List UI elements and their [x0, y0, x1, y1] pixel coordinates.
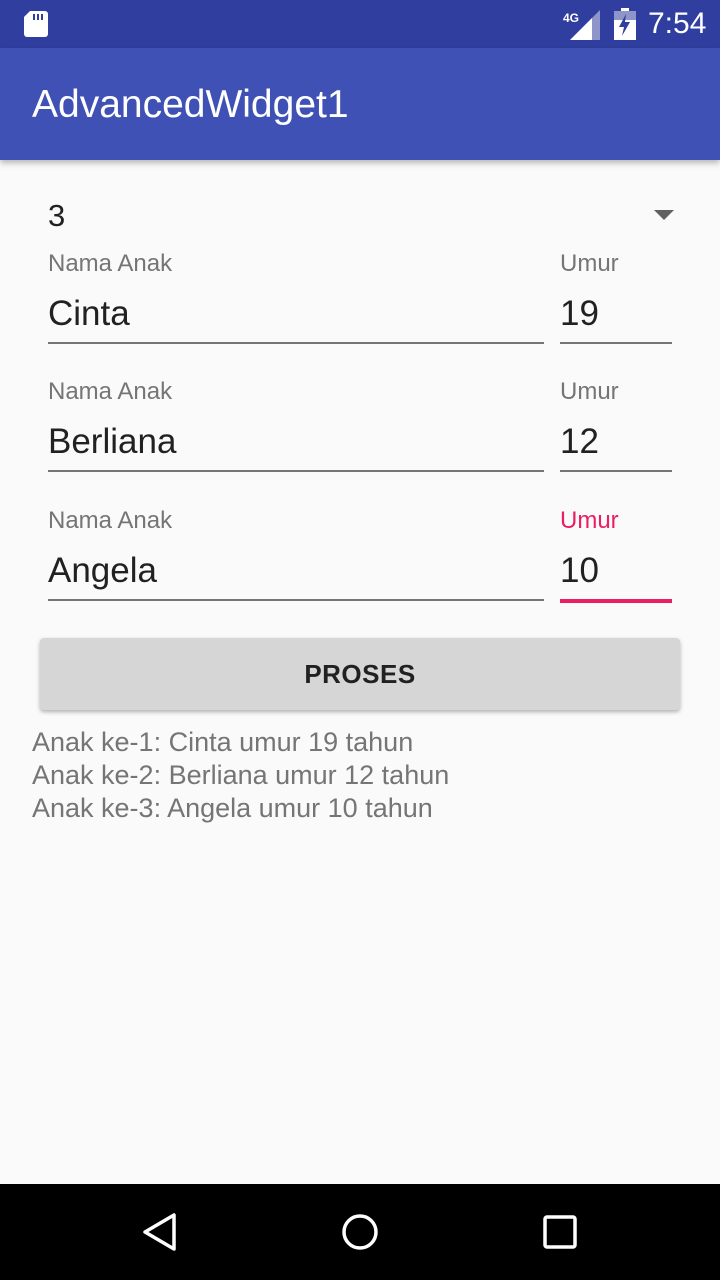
count-spinner[interactable]: 3 — [40, 188, 688, 244]
result-text: Anak ke-1: Cinta umur 19 tahun Anak ke-2… — [32, 726, 692, 825]
child-name-label: Nama Anak — [48, 378, 173, 405]
proses-button[interactable]: PROSES — [40, 638, 680, 710]
child-name-value: Berliana — [48, 422, 177, 461]
child-age-field-1[interactable]: Umur 19 — [560, 250, 672, 346]
field-underline — [48, 342, 544, 344]
result-line: Anak ke-2: Berliana umur 12 tahun — [32, 760, 450, 790]
navigation-bar — [0, 1184, 720, 1280]
child-name-label: Nama Anak — [48, 507, 173, 534]
child-age-field-3[interactable]: Umur 10 — [560, 507, 672, 603]
field-underline — [560, 470, 672, 472]
field-underline-focused — [560, 599, 672, 603]
result-line: Anak ke-1: Cinta umur 19 tahun — [32, 727, 414, 757]
back-icon[interactable] — [140, 1212, 180, 1252]
child-name-field-2[interactable]: Nama Anak Berliana — [48, 378, 544, 474]
battery-icon — [614, 8, 636, 40]
child-name-value: Angela — [48, 551, 157, 590]
field-underline — [48, 470, 544, 472]
spinner-selected-value: 3 — [48, 198, 66, 233]
child-age-field-2[interactable]: Umur 12 — [560, 378, 672, 474]
status-time: 7:54 — [648, 7, 707, 40]
child-name-value: Cinta — [48, 294, 130, 333]
sd-card-icon — [24, 11, 48, 37]
status-bar: 4G 7:54 — [0, 0, 720, 48]
child-name-label: Nama Anak — [48, 250, 173, 277]
child-age-value: 19 — [560, 294, 599, 333]
signal-icon: 4G — [563, 10, 600, 40]
field-underline — [560, 342, 672, 344]
child-age-label: Umur — [560, 250, 619, 277]
app-title: AdvancedWidget1 — [32, 83, 349, 126]
child-name-field-1[interactable]: Nama Anak Cinta — [48, 250, 544, 346]
home-icon[interactable] — [340, 1212, 380, 1252]
child-age-value: 12 — [560, 422, 599, 461]
child-age-value: 10 — [560, 551, 599, 590]
field-underline — [48, 599, 544, 601]
child-age-label: Umur — [560, 507, 619, 534]
app-bar: AdvancedWidget1 — [0, 48, 720, 160]
child-age-label: Umur — [560, 378, 619, 405]
result-line: Anak ke-3: Angela umur 10 tahun — [32, 793, 433, 823]
child-name-field-3[interactable]: Nama Anak Angela — [48, 507, 544, 603]
dropdown-arrow-icon — [654, 210, 674, 220]
network-type-label: 4G — [563, 11, 579, 25]
recents-icon[interactable] — [540, 1212, 580, 1252]
